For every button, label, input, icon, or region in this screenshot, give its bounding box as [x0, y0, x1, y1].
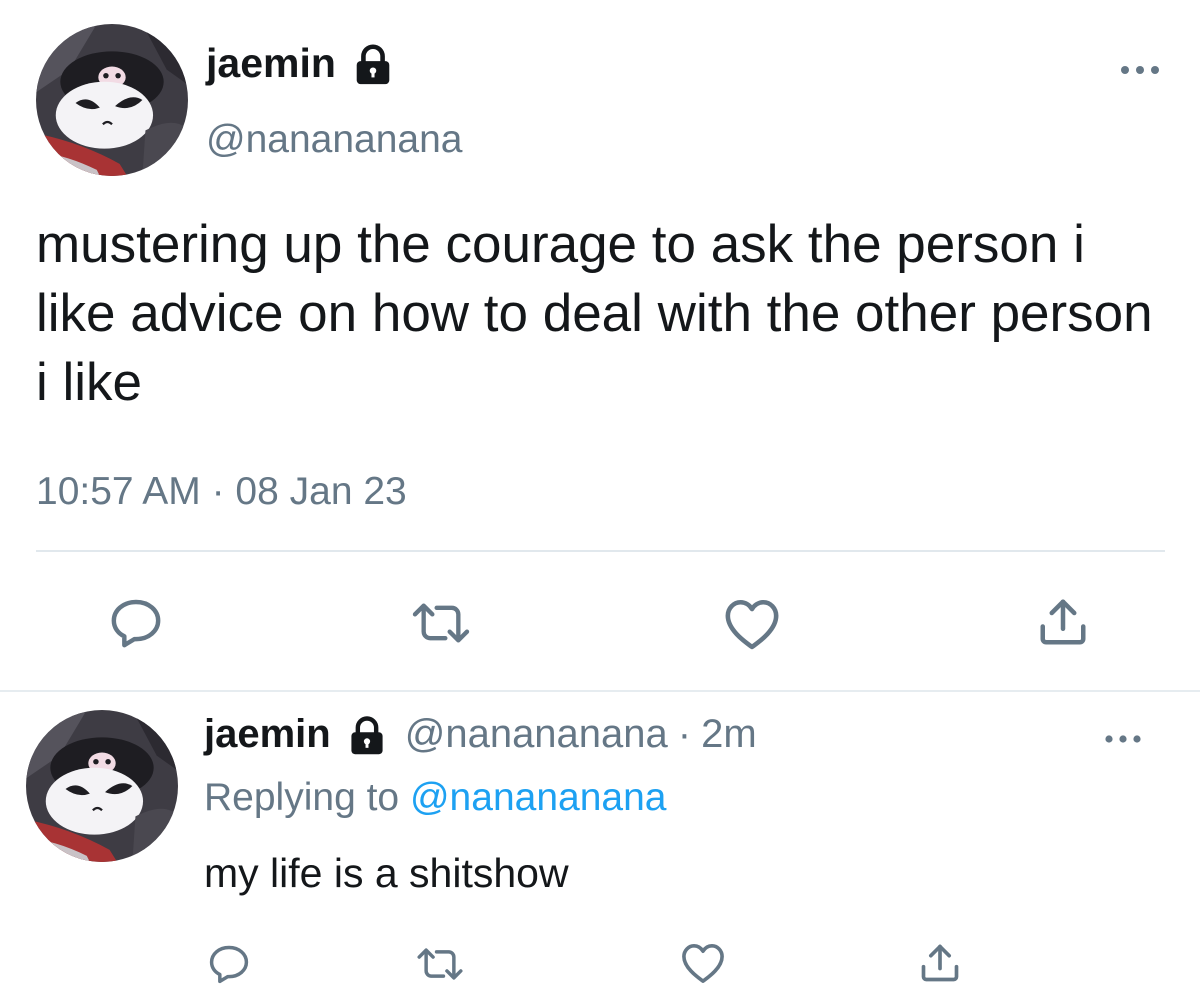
author-handle[interactable]: @nanananana — [405, 712, 668, 757]
replying-to-handle[interactable]: @nanananana — [410, 776, 667, 819]
lock-icon — [350, 41, 396, 87]
tweet-text: my life is a shitshow — [204, 850, 569, 896]
tweet-age[interactable]: 2m — [701, 712, 757, 757]
reply-icon[interactable] — [108, 595, 164, 651]
tweet-separator — [0, 690, 1200, 692]
display-name[interactable]: jaemin — [206, 40, 336, 87]
display-name[interactable]: jaemin — [204, 712, 331, 757]
share-icon[interactable] — [1036, 594, 1090, 650]
heart-icon[interactable] — [723, 597, 781, 651]
tweet-timestamp[interactable]: 10:57 AM · 08 Jan 23 — [36, 470, 407, 514]
separator-dot: · — [677, 712, 692, 756]
replying-to-line: Replying to @nanananana — [204, 776, 666, 820]
reply-header: jaemin @nanananana · 2m — [204, 712, 757, 757]
author-name-row[interactable]: jaemin — [206, 40, 396, 87]
avatar[interactable] — [26, 710, 178, 862]
divider — [36, 550, 1165, 552]
replying-to-label: Replying to — [204, 776, 400, 819]
lock-icon — [345, 713, 389, 757]
reply-icon[interactable] — [206, 942, 252, 986]
share-icon[interactable] — [918, 940, 962, 986]
retweet-icon[interactable] — [414, 943, 466, 985]
heart-icon[interactable] — [680, 942, 726, 984]
retweet-icon[interactable] — [408, 597, 474, 649]
tweet-text: mustering up the courage to ask the pers… — [36, 215, 1153, 412]
avatar[interactable] — [36, 24, 188, 176]
more-options-icon[interactable] — [1103, 728, 1143, 750]
more-options-icon[interactable] — [1118, 58, 1162, 82]
author-handle[interactable]: @nanananana — [206, 118, 463, 162]
